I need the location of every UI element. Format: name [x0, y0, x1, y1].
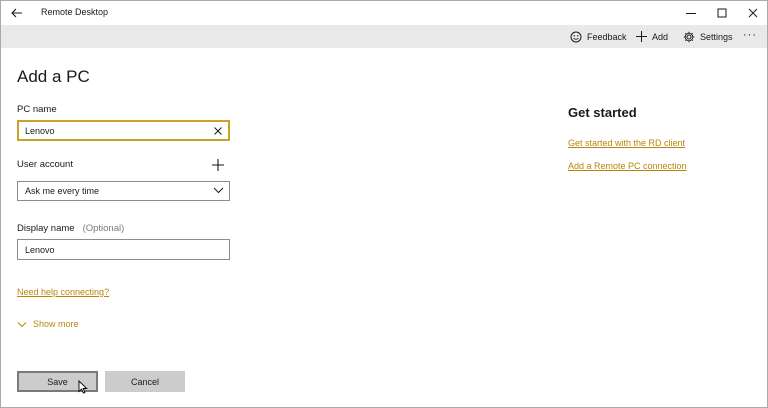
cancel-button[interactable]: Cancel	[105, 371, 185, 392]
user-account-select[interactable]: Ask me every time	[17, 181, 230, 201]
show-more-label: Show more	[33, 319, 79, 329]
optional-hint: (Optional)	[82, 223, 125, 234]
pc-name-label: PC name	[17, 104, 57, 115]
help-connecting-link[interactable]: Need help connecting?	[17, 287, 109, 297]
display-name-label-text: Display name	[17, 223, 75, 234]
mouse-cursor-icon	[78, 380, 88, 394]
add-button[interactable]: Add	[636, 25, 668, 48]
user-account-label: User account	[17, 159, 73, 170]
plus-icon	[636, 31, 647, 42]
smiley-icon	[570, 31, 582, 42]
minimize-icon	[686, 13, 696, 14]
get-started-title: Get started	[568, 105, 637, 120]
more-options-button[interactable]: ···	[743, 23, 757, 46]
feedback-label: Feedback	[587, 31, 627, 42]
app-title: Remote Desktop	[41, 7, 109, 17]
add-user-account-button[interactable]	[211, 158, 225, 172]
chevron-down-icon	[17, 321, 27, 327]
feedback-button[interactable]: Feedback	[570, 25, 627, 48]
user-account-selected: Ask me every time	[25, 186, 100, 196]
display-name-input[interactable]: Lenovo	[17, 239, 230, 260]
maximize-icon	[717, 8, 727, 18]
minimize-button[interactable]	[675, 1, 707, 25]
rd-client-guide-link[interactable]: Get started with the RD client	[568, 138, 685, 148]
clear-x-icon[interactable]	[213, 126, 223, 136]
close-button[interactable]	[737, 1, 768, 25]
title-bar: Remote Desktop	[1, 1, 767, 25]
settings-button[interactable]: Settings	[683, 25, 733, 48]
pc-name-input[interactable]: Lenovo	[17, 120, 230, 141]
settings-label: Settings	[700, 31, 733, 42]
app-window: Remote Desktop Feedback Add Settings ···…	[0, 0, 768, 408]
add-remote-pc-link[interactable]: Add a Remote PC connection	[568, 161, 687, 171]
maximize-button[interactable]	[706, 1, 738, 25]
display-name-value: Lenovo	[25, 244, 55, 255]
pc-name-value: Lenovo	[25, 125, 55, 136]
page-title: Add a PC	[17, 67, 90, 86]
back-button[interactable]	[7, 3, 27, 23]
display-name-label: Display name (Optional)	[17, 223, 124, 234]
close-icon	[748, 8, 758, 18]
show-more-toggle[interactable]: Show more	[17, 319, 79, 329]
arrow-left-icon	[11, 8, 22, 18]
command-bar: Feedback Add Settings ···	[1, 25, 767, 48]
gear-icon	[683, 31, 695, 42]
chevron-down-icon	[213, 187, 224, 194]
add-label: Add	[652, 31, 669, 42]
ellipsis-icon: ···	[743, 28, 757, 41]
